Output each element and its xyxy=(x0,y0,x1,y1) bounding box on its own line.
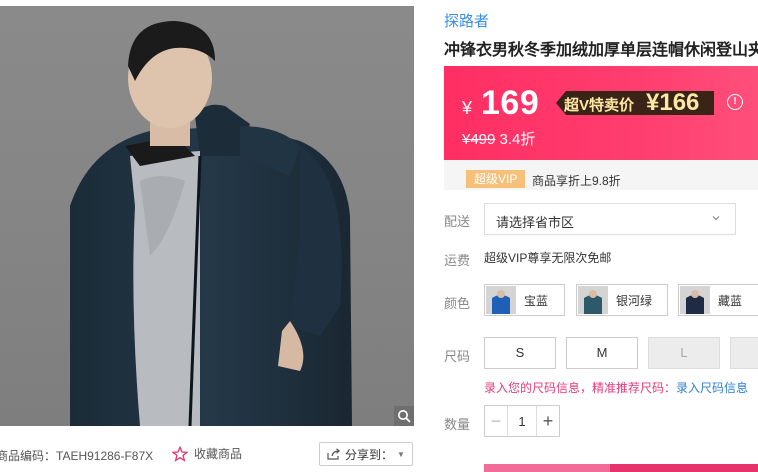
discount-text: 3.4折 xyxy=(499,131,536,148)
quantity-increment-button[interactable]: + xyxy=(536,406,559,436)
region-select[interactable]: 请选择省市区 xyxy=(484,203,736,235)
magnifier-icon xyxy=(398,410,411,423)
color-option-label: 宝蓝 xyxy=(524,293,549,308)
size-label: 尺码 xyxy=(444,349,471,364)
star-icon xyxy=(172,445,188,462)
product-meta-row: 商品编码：TAEH91286-F87X 收藏商品 分享到： ▼ xyxy=(0,440,414,470)
color-option-2[interactable]: 银河绿 xyxy=(576,284,668,316)
quantity-decrement-button[interactable]: − xyxy=(485,406,508,436)
quantity-label: 数量 xyxy=(444,417,471,432)
size-hint: 录入您的尺码信息，精准推荐尺码：录入尺码信息 xyxy=(484,379,748,396)
shipping-text: 超级VIP尊享无限次免邮 xyxy=(484,251,612,265)
zoom-button[interactable] xyxy=(394,406,414,426)
favorite-button[interactable]: 收藏商品 xyxy=(172,445,242,462)
caret-down-icon: ▼ xyxy=(397,449,405,459)
vip-price-label: 超V特卖价 xyxy=(564,97,635,114)
vip-price: ¥166 xyxy=(646,89,700,116)
size-hint-text: 录入您的尺码信息，精准推荐尺码： xyxy=(484,381,677,395)
current-price: 169 xyxy=(481,84,540,122)
purchase-buttons-strip[interactable] xyxy=(484,464,758,472)
original-price: ¥499 xyxy=(462,131,496,148)
quantity-value[interactable]: 1 xyxy=(508,406,536,436)
super-vip-text: 商品享折上9.8折 xyxy=(532,174,621,188)
color-option-3[interactable]: 藏蓝 xyxy=(678,284,758,316)
product-code: 商品编码：TAEH91286-F87X xyxy=(0,449,154,463)
color-swatch-2 xyxy=(578,286,608,314)
quantity-stepper[interactable]: − 1 + xyxy=(484,405,560,437)
model-photo-illustration xyxy=(70,21,352,426)
vip-price-tag: 超V特卖价 ¥166 xyxy=(556,87,714,119)
size-option-more[interactable] xyxy=(730,337,758,369)
share-icon xyxy=(327,448,341,460)
currency-symbol: ¥ xyxy=(462,98,473,118)
info-icon[interactable]: ! xyxy=(727,94,743,110)
size-option-m[interactable]: M xyxy=(566,337,638,369)
color-swatch-1 xyxy=(486,286,516,314)
size-option-l[interactable]: L xyxy=(648,337,720,369)
color-option-1[interactable]: 宝蓝 xyxy=(484,284,565,316)
super-vip-badge: 超级VIP xyxy=(466,170,526,188)
price-panel: ¥ 169 超V特卖价 ¥166 ! ¥499 3.4折 xyxy=(444,66,758,160)
size-info-link[interactable]: 录入尺码信息 xyxy=(676,381,748,395)
chevron-down-icon xyxy=(712,216,720,221)
share-label: 分享到： xyxy=(345,447,394,462)
size-option-s[interactable]: S xyxy=(484,337,556,369)
favorite-label: 收藏商品 xyxy=(194,447,243,461)
delivery-label: 配送 xyxy=(444,214,471,229)
color-swatch-3 xyxy=(680,286,710,314)
super-vip-row: 超级VIP 商品享折上9.8折 xyxy=(444,160,758,190)
brand-link[interactable]: 探路者 xyxy=(444,10,489,31)
color-option-label: 藏蓝 xyxy=(718,293,743,308)
color-label: 颜色 xyxy=(444,296,471,311)
original-price-row: ¥499 3.4折 xyxy=(462,128,535,149)
product-image[interactable] xyxy=(0,6,414,426)
product-title: 冲锋衣男秋冬季加绒加厚单层连帽休闲登山夹 xyxy=(444,42,758,59)
share-button[interactable]: 分享到： ▼ xyxy=(319,442,413,466)
shipping-label: 运费 xyxy=(444,253,471,268)
region-select-value: 请选择省市区 xyxy=(496,215,575,230)
color-option-label: 银河绿 xyxy=(616,293,653,308)
